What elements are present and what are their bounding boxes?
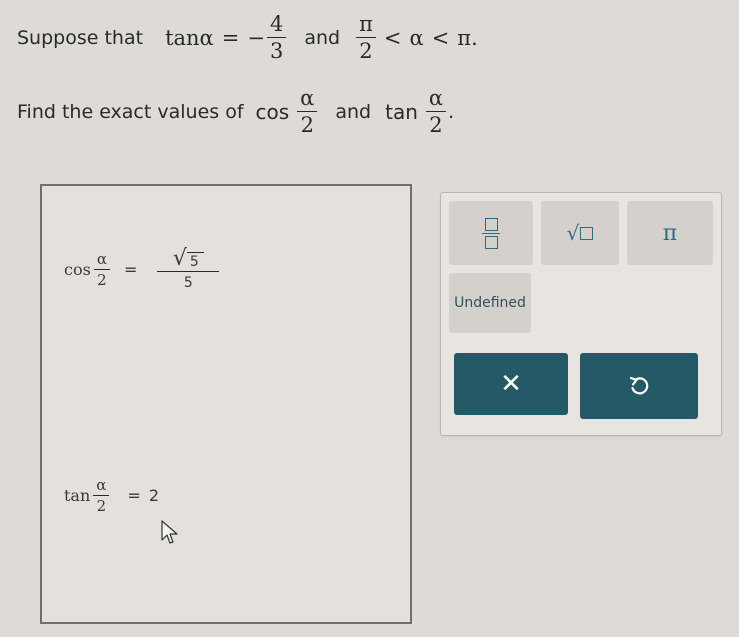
question-tan-fraction: α 2	[425, 86, 447, 137]
tan-answer-arg-num: α	[96, 476, 107, 494]
cos-answer-radicand: 5	[186, 252, 204, 270]
question-tan-numerator: α	[428, 86, 444, 110]
undefined-label: Undefined	[454, 295, 526, 311]
less-than-2: <	[431, 25, 450, 50]
given-alpha: α	[199, 25, 214, 50]
range-denominator: 2	[359, 39, 373, 63]
pi-symbol: π	[662, 220, 678, 246]
given-function: tanα	[165, 26, 214, 50]
tan-answer-value[interactable]: 2	[149, 486, 159, 505]
clear-button[interactable]: ✕	[454, 353, 568, 415]
question-cos: cos	[255, 99, 290, 124]
and-text-1: and	[304, 26, 341, 49]
undo-icon	[629, 376, 649, 395]
tan-answer-arg: α 2	[93, 476, 110, 515]
cos-answer-arg-bar	[93, 269, 110, 270]
given-neg-sign: −	[247, 25, 265, 50]
given-fn-name: tan	[165, 25, 200, 50]
question-period: .	[448, 100, 455, 123]
range-pi: π.	[457, 25, 478, 50]
tan-answer-arg-bar	[93, 495, 110, 496]
cos-answer-arg: α 2	[93, 250, 110, 289]
sqrt-template-box	[580, 226, 594, 240]
range-fraction-bar	[356, 37, 376, 38]
tan-answer-arg-den: 2	[96, 497, 107, 515]
range-numerator: π	[359, 12, 373, 36]
fraction-numerator-box	[484, 217, 498, 231]
square-root-template-icon: √	[567, 221, 594, 245]
question-text: Find the exact values of	[17, 100, 244, 123]
given-fraction-bar	[266, 37, 287, 38]
cos-answer-arg-den: 2	[97, 271, 107, 289]
range-alpha: α	[409, 25, 424, 50]
question-cos-bar	[297, 111, 318, 112]
fraction-template-button[interactable]	[449, 201, 533, 265]
cos-answer-value-bar	[157, 271, 220, 272]
cos-answer-arg-num: α	[96, 250, 107, 268]
tan-answer-fn: tan	[64, 486, 91, 505]
fraction-denominator-box	[484, 235, 498, 249]
cos-answer-equals: =	[123, 260, 138, 279]
square-root-template-button[interactable]: √	[541, 201, 619, 265]
question-cos-fraction: α 2	[297, 86, 318, 137]
given-equals: =	[221, 25, 240, 50]
cos-answer-sqrt: √ 5	[170, 248, 207, 270]
answer-box[interactable]: cos α 2 = √ 5 5 tan α 2 = 2	[40, 184, 412, 624]
question-tan: tan	[385, 99, 418, 124]
and-text-2: and	[335, 100, 372, 123]
given-denominator: 3	[269, 39, 284, 63]
undefined-button[interactable]: Undefined	[449, 273, 531, 333]
clear-x-icon: ✕	[500, 369, 522, 399]
cos-answer-line[interactable]: cos α 2 = √ 5 5	[64, 248, 220, 291]
range-fraction: π 2	[356, 12, 376, 63]
problem-statement-line-2: Find the exact values of cos α 2 and tan…	[17, 86, 454, 137]
tan-answer-line[interactable]: tan α 2 = 2	[64, 476, 159, 515]
less-than-1: <	[383, 25, 402, 50]
sqrt-radical-icon: √	[172, 246, 187, 271]
cos-answer-fn: cos	[64, 260, 91, 279]
question-cos-denominator: 2	[300, 113, 314, 137]
problem-statement-line-1: Suppose that tanα = − 4 3 and π 2 < α < …	[17, 12, 478, 63]
fraction-template-icon	[482, 217, 500, 249]
undo-button[interactable]	[580, 353, 698, 419]
sqrt-glyph: √	[566, 221, 580, 245]
mouse-cursor-icon	[161, 520, 178, 544]
question-tan-denominator: 2	[429, 113, 443, 137]
math-palette: √ π Undefined ✕	[440, 192, 722, 436]
tan-answer-equals: =	[127, 486, 141, 505]
fraction-template-bar	[482, 232, 500, 234]
cos-answer-value[interactable]: √ 5 5	[157, 248, 220, 291]
question-cos-numerator: α	[300, 86, 315, 110]
question-tan-bar	[425, 111, 447, 112]
given-fraction: 4 3	[266, 12, 287, 63]
cos-answer-denominator: 5	[183, 275, 193, 291]
given-numerator: 4	[269, 12, 284, 36]
intro-text: Suppose that	[17, 26, 144, 49]
pi-button[interactable]: π	[627, 201, 713, 265]
